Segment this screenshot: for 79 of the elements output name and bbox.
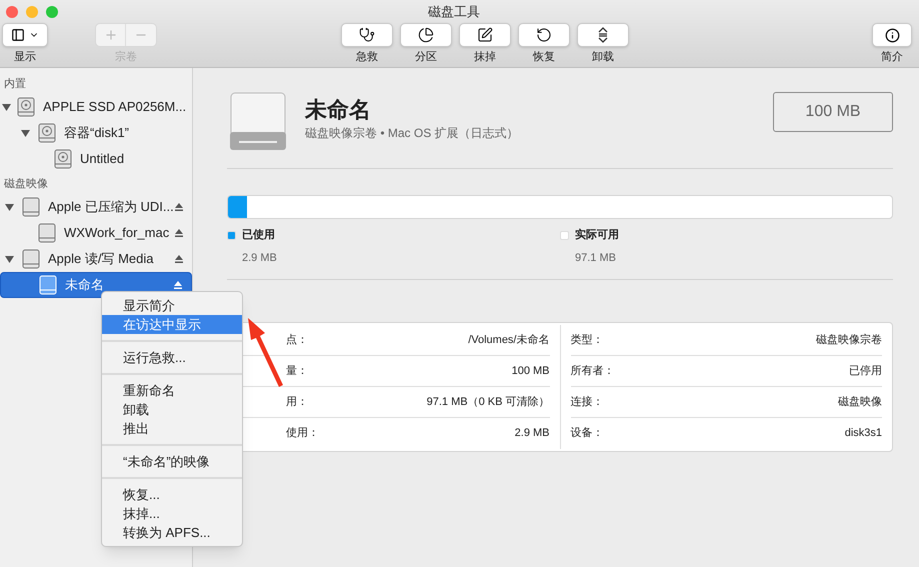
info-value: 磁盘映像宗卷 <box>816 332 882 348</box>
toolbar-button[interactable] <box>400 23 452 47</box>
info-value: 100 MB <box>512 364 550 379</box>
menu-item[interactable]: 运行急救... <box>102 348 242 367</box>
volume-subtitle: 磁盘映像宗卷 • Mac OS 扩展（日志式） <box>305 124 519 142</box>
section-heading: 内置 <box>3 77 27 92</box>
pen-icon <box>477 27 493 43</box>
unmount-icon <box>596 27 610 43</box>
menu-item[interactable]: 重新命名 <box>102 381 242 400</box>
info-label: 类型： <box>570 332 604 348</box>
pie-chart-icon <box>418 27 434 43</box>
info-label: 设备： <box>570 426 604 442</box>
info-label: 量： <box>286 364 308 379</box>
stethoscope-icon <box>359 27 375 43</box>
sidebar-item[interactable]: 容器“disk1” <box>0 120 192 146</box>
info-value: 97.1 MB（0 KB 可清除） <box>426 394 550 410</box>
disk-image-icon <box>38 223 56 243</box>
toolbar-label: 显示 <box>14 50 36 65</box>
toolbar-label: 恢复 <box>533 50 555 65</box>
info-value: 已停用 <box>849 364 882 379</box>
toolbar-button[interactable] <box>459 23 511 47</box>
sidebar-item[interactable]: Untitled <box>0 146 192 172</box>
hard-drive-icon <box>17 97 35 117</box>
menu-item[interactable]: 显示简介 <box>102 296 242 315</box>
menu-item[interactable]: 推出 <box>102 419 242 438</box>
disk-image-icon <box>22 249 40 269</box>
info-button[interactable] <box>872 23 912 47</box>
legend-value: 97.1 MB <box>575 250 617 266</box>
toolbar-button[interactable] <box>518 23 570 47</box>
toolbar-button[interactable] <box>577 23 629 47</box>
menu-item[interactable]: 在访达中显示 <box>102 315 242 334</box>
annotation-arrow <box>246 316 286 388</box>
eject-icon[interactable] <box>174 202 184 212</box>
eject-icon[interactable] <box>174 254 184 264</box>
toolbar-label: 分区 <box>415 50 437 65</box>
eject-icon[interactable] <box>173 280 183 290</box>
toolbar-label: 急救 <box>356 50 378 65</box>
info-value: 2.9 MB <box>514 426 550 442</box>
restore-icon <box>536 27 552 43</box>
info-value: /Volumes/未命名 <box>468 332 550 348</box>
disk-image-icon <box>39 275 57 295</box>
volume-name: 未命名 <box>305 96 372 124</box>
sidebar-item[interactable]: WXWork_for_mac <box>0 220 192 246</box>
info-label: 所有者： <box>570 364 614 379</box>
sidebar-icon <box>11 28 25 42</box>
info-value: 磁盘映像 <box>838 394 882 410</box>
menu-item[interactable]: 恢复... <box>102 485 242 504</box>
legend-label: 已使用 <box>242 228 275 243</box>
sidebar-item[interactable]: Apple 读/写 Media <box>0 246 192 272</box>
sidebar-toggle-button[interactable] <box>2 23 48 47</box>
sidebar-item[interactable]: Apple 已压缩为 UDI... <box>0 194 192 220</box>
disclosure-triangle-icon[interactable] <box>2 102 11 112</box>
menu-item[interactable]: “未命名”的映像 <box>102 452 242 471</box>
sidebar-item[interactable]: APPLE SSD AP0256M... <box>0 94 192 120</box>
disclosure-triangle-icon[interactable] <box>4 254 14 264</box>
info-label: 使用： <box>286 426 319 442</box>
legend-label: 实际可用 <box>575 228 619 243</box>
toolbar-label: 简介 <box>881 50 903 65</box>
info-value: disk3s1 <box>844 426 882 442</box>
hard-drive-icon <box>38 123 56 143</box>
info-label: 用： <box>286 394 308 410</box>
toolbar-button[interactable] <box>341 23 393 47</box>
toolbar-label: 抹掉 <box>474 50 496 65</box>
info-label: 点： <box>286 332 308 348</box>
toolbar-label: 卸载 <box>592 50 614 65</box>
legend-value: 2.9 MB <box>242 250 278 266</box>
eject-icon[interactable] <box>174 228 184 238</box>
window-title: 磁盘工具 <box>428 3 480 21</box>
hard-drive-icon <box>54 149 72 169</box>
disclosure-triangle-icon[interactable] <box>4 202 14 212</box>
info-label: 连接： <box>570 394 604 410</box>
info-icon <box>884 28 900 42</box>
menu-item[interactable]: 转换为 APFS... <box>102 523 242 542</box>
menu-item[interactable]: 抹掉... <box>102 504 242 523</box>
disk-image-icon <box>22 197 40 217</box>
disclosure-triangle-icon[interactable] <box>20 128 30 138</box>
menu-item[interactable]: 卸载 <box>102 400 242 419</box>
volume-size: 100 MB <box>773 92 893 132</box>
section-heading: 磁盘映像 <box>3 177 49 192</box>
